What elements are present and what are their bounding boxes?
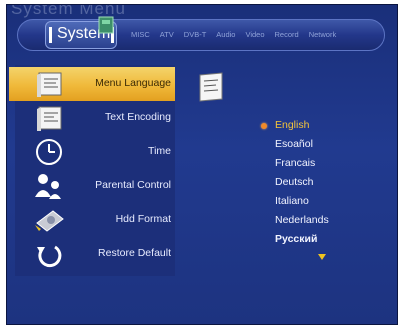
- system-menu-screen: System Menu System MISC ATV DVB-T Audio …: [6, 4, 398, 325]
- menu-label: Text Encoding: [105, 111, 171, 123]
- menu-label: Time: [148, 145, 171, 157]
- document-language-icon: [37, 72, 62, 97]
- tab-video[interactable]: Video: [245, 30, 264, 39]
- menu-label: Menu Language: [95, 77, 171, 89]
- menu-item-time[interactable]: Time: [9, 135, 175, 169]
- option-francais[interactable]: Francais: [275, 157, 315, 169]
- option-russian[interactable]: Pусский: [275, 233, 317, 245]
- menu-label: Parental Control: [95, 179, 171, 191]
- document-encoding-icon: [37, 106, 62, 131]
- menu-item-menu-language[interactable]: Menu Language: [9, 67, 175, 101]
- tab-audio[interactable]: Audio: [216, 30, 235, 39]
- down-arrow-icon[interactable]: [318, 254, 326, 260]
- selected-bullet-icon: [261, 123, 267, 129]
- hard-disk-icon: [35, 210, 64, 232]
- category-tabs: MISC ATV DVB-T Audio Video Record Networ…: [131, 30, 346, 39]
- option-italiano[interactable]: Italiano: [275, 195, 309, 207]
- tab-atv[interactable]: ATV: [160, 30, 174, 39]
- tab-record[interactable]: Record: [275, 30, 299, 39]
- parent-child-icon: [35, 174, 61, 199]
- tab-misc[interactable]: MISC: [131, 30, 150, 39]
- option-nederlands[interactable]: Nederlands: [275, 214, 329, 226]
- menu-item-text-encoding[interactable]: Text Encoding: [9, 101, 175, 135]
- restore-arrow-icon: [37, 245, 62, 268]
- menu-item-hdd-format[interactable]: Hdd Format: [9, 203, 175, 237]
- system-logo-icon: [98, 16, 114, 34]
- tab-network[interactable]: Network: [309, 30, 337, 39]
- tab-dvbt[interactable]: DVB-T: [184, 30, 207, 39]
- tab-bracket-left: [49, 27, 52, 43]
- clock-icon: [36, 139, 62, 165]
- menu-item-parental-control[interactable]: Parental Control: [9, 169, 175, 203]
- menu-item-restore-default[interactable]: Restore Default: [9, 237, 175, 271]
- option-deutsch[interactable]: Deutsch: [275, 176, 314, 188]
- option-espanol[interactable]: Esoañol: [275, 138, 313, 150]
- menu-label: Restore Default: [98, 247, 171, 259]
- menu-label: Hdd Format: [115, 213, 171, 225]
- document-language-icon: [199, 72, 223, 102]
- option-english[interactable]: English: [275, 119, 309, 131]
